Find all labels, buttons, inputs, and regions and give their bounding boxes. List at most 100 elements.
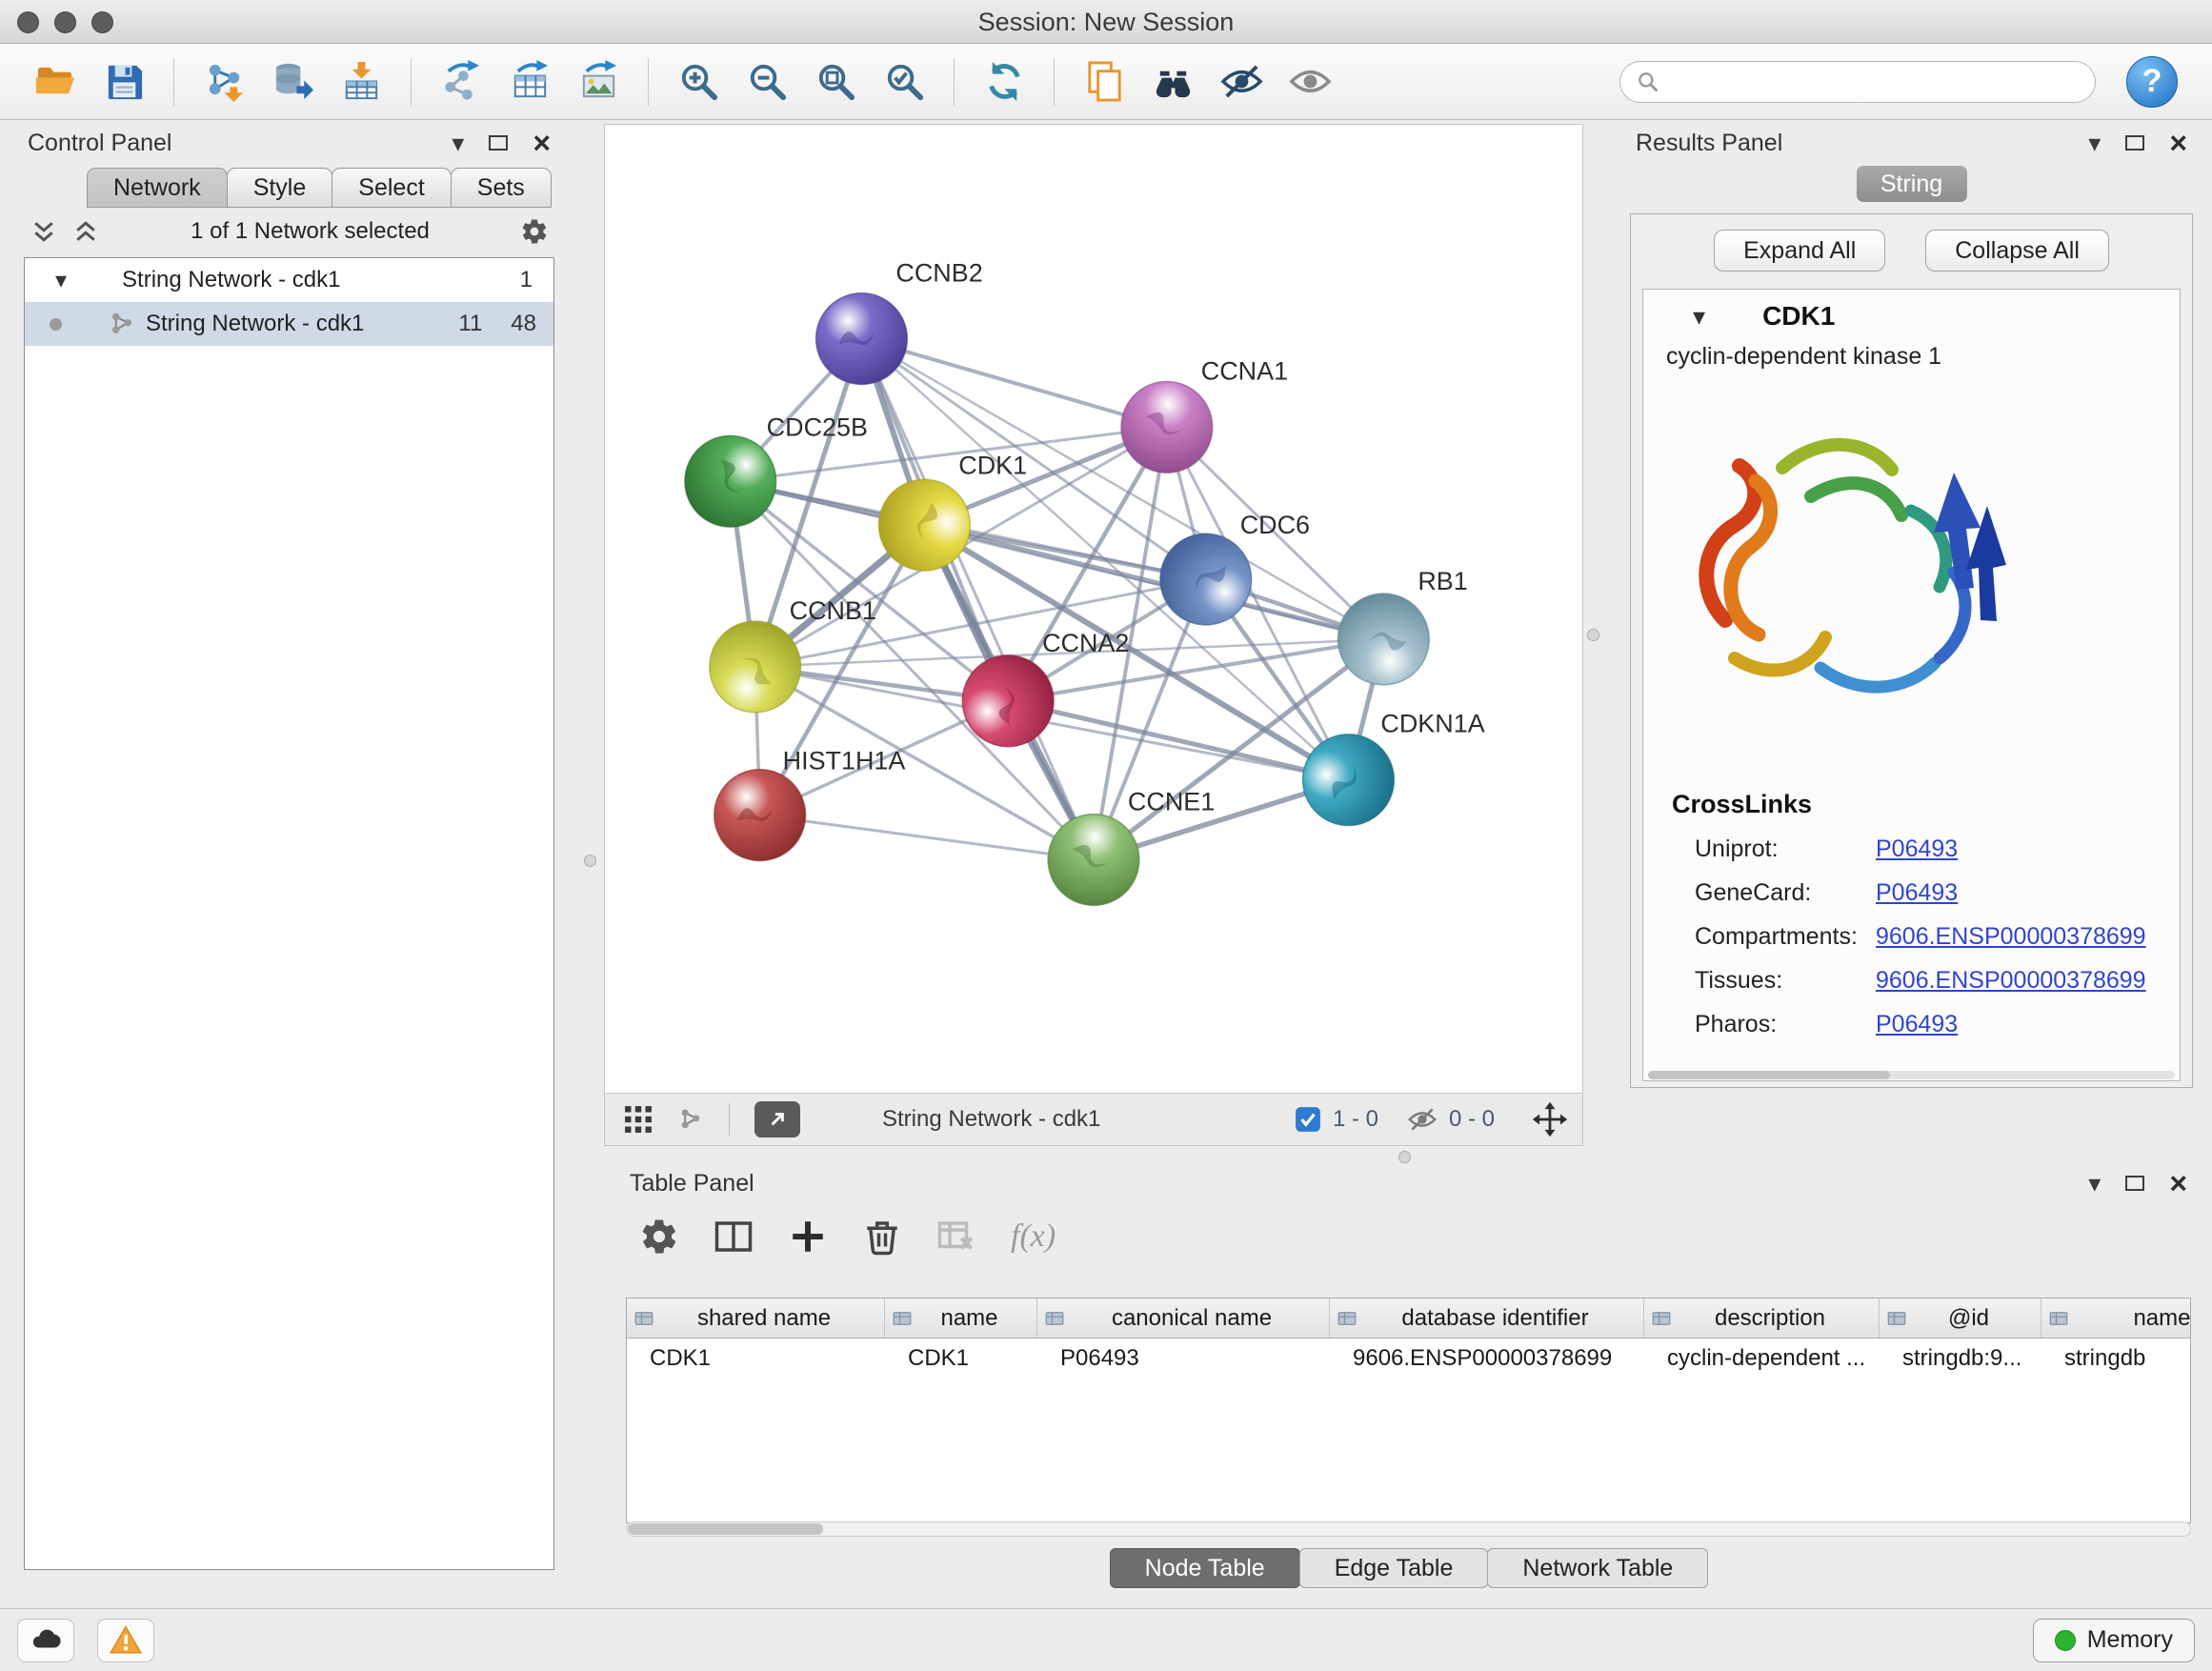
vertical-splitter-handle[interactable] [584, 855, 596, 867]
network-node-HIST1H1A[interactable] [714, 770, 806, 861]
tab-style[interactable]: Style [227, 168, 333, 208]
crosslink-link[interactable]: P06493 [1876, 836, 1958, 863]
binoculars-button[interactable] [1138, 50, 1207, 113]
network-selection-row: 1 of 1 Network selected [14, 208, 564, 255]
crosslink-link[interactable]: 9606.ENSP00000378699 [1876, 923, 2146, 951]
memory-button[interactable]: Memory [2033, 1619, 2195, 1662]
tab-select[interactable]: Select [332, 168, 451, 208]
import-network-from-database-button[interactable] [258, 50, 327, 113]
selected-nodes-checkbox-icon[interactable] [1295, 1106, 1321, 1133]
scrollbar-handle[interactable] [1648, 1071, 1890, 1079]
apply-layout-button[interactable] [970, 50, 1038, 113]
show-all-button[interactable] [1276, 50, 1344, 113]
protein-description: cyclin-dependent kinase 1 [1643, 343, 2180, 371]
minimize-window-button[interactable] [54, 11, 76, 33]
network-options-gear-icon[interactable] [520, 217, 549, 246]
control-panel-float-button[interactable] [489, 135, 508, 151]
protein-card-header[interactable]: ▾ CDK1 [1643, 290, 2180, 343]
zoom-in-button[interactable] [664, 50, 733, 113]
title-bar: Session: New Session [0, 0, 2212, 44]
expand-all-icon[interactable] [71, 217, 100, 246]
help-button[interactable]: ? [2126, 56, 2178, 108]
open-session-button[interactable] [21, 50, 90, 113]
copy-button[interactable] [1070, 50, 1138, 113]
crosslink-link[interactable]: 9606.ENSP00000378699 [1876, 967, 2146, 995]
help-question-mark: ? [2142, 63, 2162, 100]
expand-all-button[interactable]: Expand All [1714, 230, 1885, 272]
control-panel-collapse-button[interactable]: ▾ [452, 131, 464, 155]
tab-network[interactable]: Network [87, 168, 228, 208]
column-header[interactable]: database identifier [1330, 1299, 1644, 1338]
tab-string[interactable]: String [1857, 166, 1967, 202]
maximize-window-button[interactable] [91, 11, 113, 33]
save-session-button[interactable] [90, 50, 158, 113]
export-table-button[interactable] [495, 50, 564, 113]
table-horizontal-scrollbar[interactable] [626, 1521, 2191, 1537]
delete-column-trash-icon[interactable] [862, 1217, 902, 1257]
tab-edge-table[interactable]: Edge Table [1299, 1548, 1489, 1588]
network-edge[interactable] [861, 339, 1094, 860]
network-edge[interactable] [760, 815, 1094, 860]
control-panel-close-button[interactable]: × [533, 128, 551, 158]
column-header[interactable]: name [885, 1299, 1037, 1338]
show-columns-icon[interactable] [714, 1217, 754, 1257]
grid-view-icon[interactable] [624, 1105, 653, 1134]
network-canvas[interactable]: CCNB2CCNA1CDC25BCDK1CDC6RB1CCNB1CCNA2CDK… [604, 124, 1583, 1094]
table-panel-float-button[interactable] [2125, 1176, 2144, 1191]
scrollbar-handle[interactable] [628, 1523, 823, 1535]
add-column-icon[interactable] [788, 1217, 828, 1257]
zoom-out-button[interactable] [733, 50, 801, 113]
network-collection-row[interactable]: ▾ String Network - cdk1 1 [25, 258, 553, 302]
tab-network-table[interactable]: Network Table [1487, 1548, 1708, 1588]
results-panel-collapse-button[interactable]: ▾ [2088, 131, 2101, 155]
network-small-icon[interactable] [677, 1106, 704, 1133]
import-table-from-file-button[interactable] [327, 50, 395, 113]
cloud-status-button[interactable] [17, 1619, 74, 1662]
close-window-button[interactable] [17, 11, 39, 33]
section-caret-icon[interactable]: ▾ [1693, 302, 1705, 332]
table-panel-collapse-button[interactable]: ▾ [2088, 1171, 2101, 1196]
results-panel-close-button[interactable]: × [2169, 128, 2187, 158]
vertical-splitter-handle[interactable] [1587, 629, 1599, 641]
horizontal-splitter-handle[interactable] [1398, 1151, 1411, 1163]
zoom-selected-button[interactable] [870, 50, 938, 113]
warnings-button[interactable] [97, 1619, 154, 1662]
zoom-fit-button[interactable] [801, 50, 870, 113]
crosslink-link[interactable]: P06493 [1876, 879, 1958, 907]
network-node-CDK1[interactable] [862, 463, 987, 588]
column-header[interactable]: description [1644, 1299, 1880, 1338]
results-panel-float-button[interactable] [2125, 135, 2144, 151]
column-header[interactable]: @id [1880, 1299, 2041, 1338]
collapse-all-button[interactable]: Collapse All [1925, 230, 2109, 272]
collapse-all-icon[interactable] [30, 217, 58, 246]
tab-node-table[interactable]: Node Table [1110, 1548, 1300, 1588]
column-type-icon [1887, 1309, 1906, 1328]
export-image-button[interactable] [564, 50, 633, 113]
table-row[interactable]: CDK1CDK1P064939606.ENSP00000378699cyclin… [627, 1339, 2190, 1379]
search-input[interactable] [1670, 69, 2080, 95]
column-header[interactable]: canonical name [1037, 1299, 1330, 1338]
hide-selected-button[interactable] [1207, 50, 1276, 113]
network-node-CCNB2[interactable] [816, 293, 908, 385]
table-panel-close-button[interactable]: × [2169, 1168, 2187, 1198]
crosslink-link[interactable]: P06493 [1876, 1011, 1958, 1038]
delete-table-icon[interactable] [936, 1217, 976, 1257]
import-network-from-file-button[interactable] [190, 50, 258, 113]
tab-sets[interactable]: Sets [451, 168, 552, 208]
function-builder-button[interactable]: f(x) [1011, 1218, 1056, 1255]
column-header[interactable]: shared name [627, 1299, 885, 1338]
table-settings-gear-icon[interactable] [639, 1217, 679, 1257]
overview-toggle-button[interactable] [754, 1101, 800, 1137]
network-edge[interactable] [861, 339, 1166, 428]
column-header[interactable]: namespace [2041, 1299, 2191, 1338]
network-node-count: 11 [458, 311, 482, 337]
network-node-CCNA2[interactable] [955, 648, 1061, 754]
network-edge[interactable] [1008, 701, 1348, 780]
toolbar-search[interactable] [1619, 61, 2096, 103]
tree-caret-icon[interactable]: ▾ [55, 267, 67, 294]
export-network-button[interactable] [427, 50, 495, 113]
hidden-items-eye-slash-icon[interactable] [1407, 1104, 1438, 1135]
network-row[interactable]: String Network - cdk1 11 48 [25, 302, 553, 346]
results-horizontal-scrollbar[interactable] [1648, 1071, 2175, 1079]
pan-move-icon[interactable] [1531, 1100, 1569, 1138]
